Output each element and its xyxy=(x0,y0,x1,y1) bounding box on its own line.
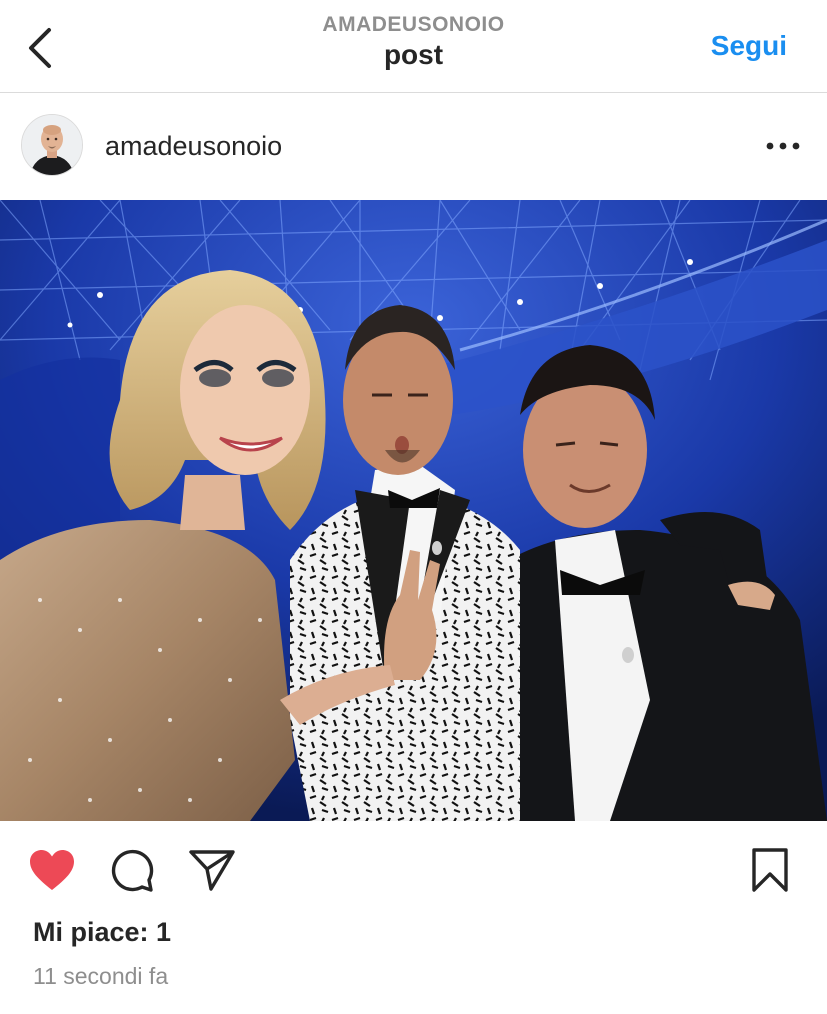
comment-icon xyxy=(111,849,154,892)
follow-button[interactable]: Segui xyxy=(711,30,787,62)
likes-count[interactable]: Mi piace: 1 xyxy=(33,917,171,948)
avatar-photo xyxy=(22,115,82,175)
page-title-group: AMADEUSONOIO post xyxy=(0,12,827,72)
more-horizontal-icon xyxy=(766,142,800,150)
comment-button[interactable] xyxy=(108,847,156,893)
like-button[interactable] xyxy=(28,847,76,893)
avatar[interactable] xyxy=(21,114,83,176)
bookmark-icon xyxy=(752,848,788,892)
page-title: post xyxy=(383,39,444,70)
account-name-label: AMADEUSONOIO xyxy=(322,13,505,36)
post-photo[interactable] xyxy=(0,200,827,821)
post-timestamp: 11 secondi fa xyxy=(33,963,169,989)
post-header: amadeusonoio xyxy=(0,93,827,200)
stage-selfie-image xyxy=(0,200,827,821)
heart-icon xyxy=(30,850,74,890)
share-button[interactable] xyxy=(188,847,236,893)
post-username[interactable]: amadeusonoio xyxy=(105,131,282,161)
save-button[interactable] xyxy=(746,847,794,893)
send-icon xyxy=(189,850,235,891)
post-action-bar xyxy=(0,821,827,921)
more-options-button[interactable] xyxy=(763,131,803,161)
top-navigation-bar: AMADEUSONOIO post Segui xyxy=(0,0,827,93)
